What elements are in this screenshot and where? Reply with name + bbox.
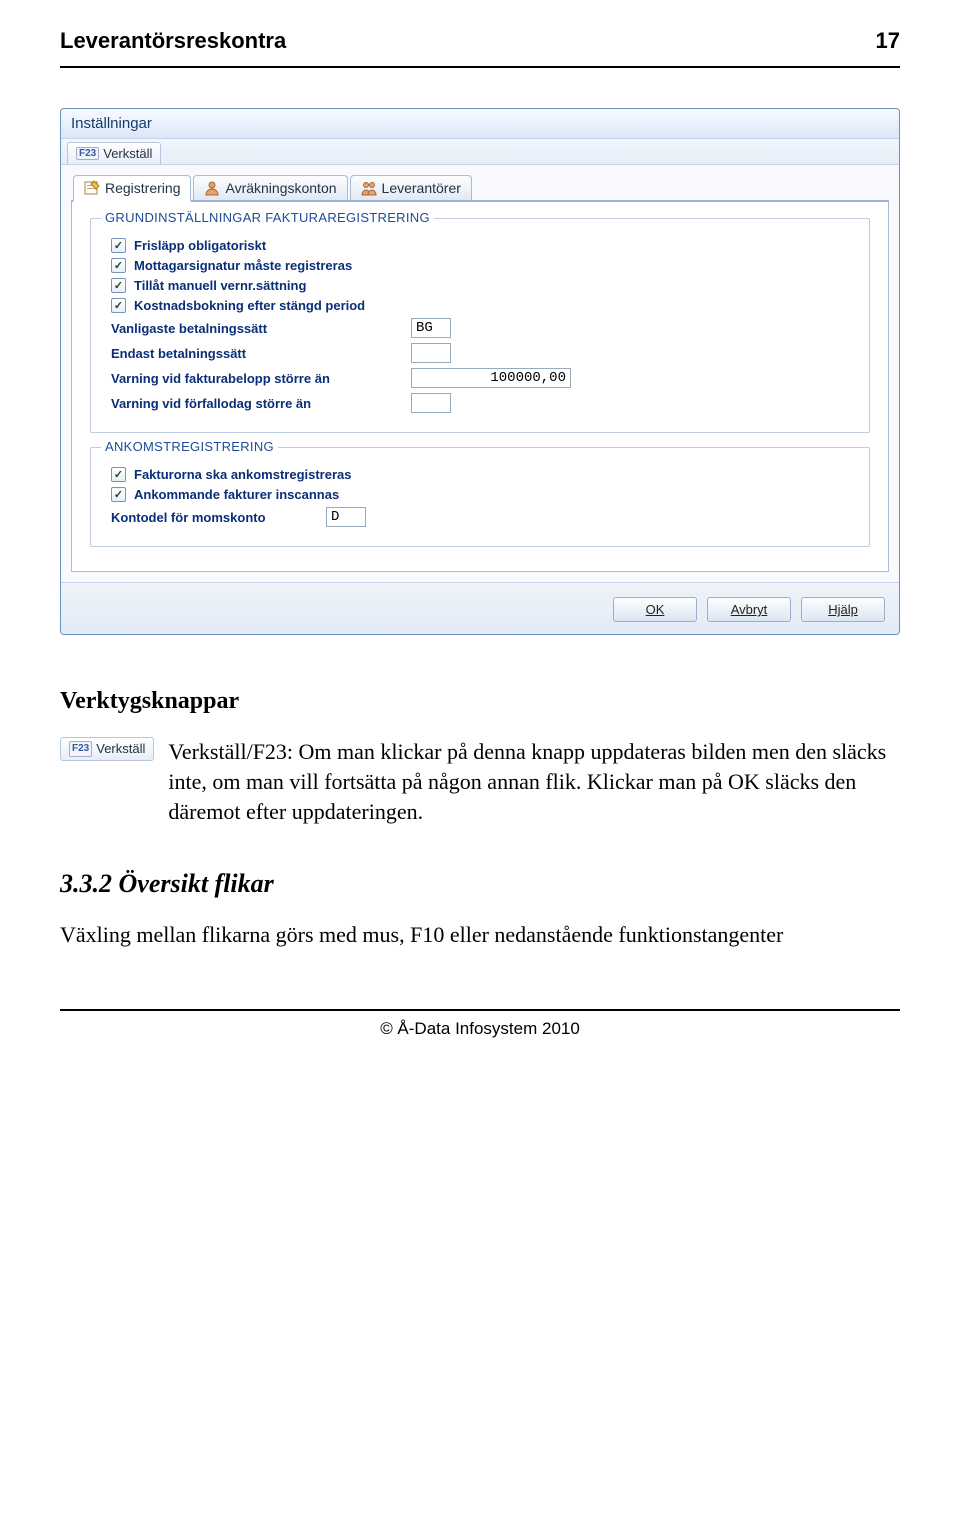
group-ankomstregistrering: ANKOMSTREGISTRERING ✓ Fakturorna ska ank… bbox=[90, 447, 870, 547]
group-title: ANKOMSTREGISTRERING bbox=[101, 439, 278, 454]
window-title: Inställningar bbox=[61, 109, 899, 139]
field-label: Kontodel för momskonto bbox=[111, 510, 316, 525]
tab-label: Registrering bbox=[105, 180, 180, 196]
checkbox-label: Ankommande fakturer inscannas bbox=[134, 487, 339, 502]
checkbox-kostnadsbokning[interactable]: ✓ bbox=[111, 298, 126, 313]
heading-verktygsknappar: Verktygsknappar bbox=[60, 685, 900, 717]
group-title: GRUNDINSTÄLLNINGAR FAKTURAREGISTRERING bbox=[101, 210, 434, 225]
tabs: Registrering Avräkningskonton Leverantör… bbox=[71, 175, 889, 202]
settings-window: Inställningar F23 Verkställ Registrering bbox=[60, 108, 900, 635]
field-label: Endast betalningssätt bbox=[111, 346, 401, 361]
field-label: Varning vid fakturabelopp större än bbox=[111, 371, 401, 386]
input-kontodel-moms[interactable]: D bbox=[326, 507, 366, 527]
fkey-label: F23 bbox=[69, 741, 92, 757]
input-vanligaste-betalningssatt[interactable]: BG bbox=[411, 318, 451, 338]
verkstall-icon-label: Verkställ bbox=[96, 740, 145, 758]
fkey-label: F23 bbox=[76, 147, 99, 160]
field-label: Vanligaste betalningssätt bbox=[111, 321, 401, 336]
tab-panel: GRUNDINSTÄLLNINGAR FAKTURAREGISTRERING ✓… bbox=[71, 202, 889, 572]
tab-avrakningskonton[interactable]: Avräkningskonton bbox=[193, 175, 347, 200]
paragraph-verkstall-desc: Verkställ/F23: Om man klickar på denna k… bbox=[168, 737, 900, 826]
paragraph-vaxling: Växling mellan flikarna görs med mus, F1… bbox=[60, 920, 900, 950]
checkbox-label: Kostnadsbokning efter stängd period bbox=[134, 298, 365, 313]
checkbox-label: Mottagarsignatur måste registreras bbox=[134, 258, 352, 273]
verkstall-toolbar-button[interactable]: F23 Verkställ bbox=[67, 142, 161, 164]
checkbox-label: Frisläpp obligatoriskt bbox=[134, 238, 266, 253]
cancel-button[interactable]: Avbryt bbox=[707, 597, 791, 622]
input-varning-forfallodag[interactable] bbox=[411, 393, 451, 413]
footer-copyright: © Å-Data Infosystem 2010 bbox=[60, 1019, 900, 1039]
heading-oversikt-flikar: 3.3.2 Översikt flikar bbox=[60, 866, 900, 901]
tab-label: Avräkningskonton bbox=[225, 180, 336, 196]
page-number: 17 bbox=[876, 28, 900, 54]
input-varning-fakturabelopp[interactable]: 100000,00 bbox=[411, 368, 571, 388]
ok-button[interactable]: OK bbox=[613, 597, 697, 622]
checkbox-label: Tillåt manuell vernr.sättning bbox=[134, 278, 306, 293]
header-rule bbox=[60, 66, 900, 68]
form-icon bbox=[84, 180, 100, 196]
checkbox-label: Fakturorna ska ankomstregistreras bbox=[134, 467, 351, 482]
group-grundinstallningar: GRUNDINSTÄLLNINGAR FAKTURAREGISTRERING ✓… bbox=[90, 218, 870, 433]
toolbar-button-label: Verkställ bbox=[103, 146, 152, 161]
verkstall-icon-button: F23 Verkställ bbox=[60, 737, 154, 761]
field-label: Varning vid förfallodag större än bbox=[111, 396, 401, 411]
people-icon bbox=[361, 180, 377, 196]
dialog-button-row: OK Avbryt Hjälp bbox=[61, 582, 899, 634]
checkbox-manuell-vernr[interactable]: ✓ bbox=[111, 278, 126, 293]
checkbox-inscannas[interactable]: ✓ bbox=[111, 487, 126, 502]
checkbox-ankomstregistreras[interactable]: ✓ bbox=[111, 467, 126, 482]
checkbox-mottagarsignatur[interactable]: ✓ bbox=[111, 258, 126, 273]
help-button[interactable]: Hjälp bbox=[801, 597, 885, 622]
tab-label: Leverantörer bbox=[382, 180, 461, 196]
footer-rule bbox=[60, 1009, 900, 1011]
input-endast-betalningssatt[interactable] bbox=[411, 343, 451, 363]
person-icon bbox=[204, 180, 220, 196]
checkbox-frislapp[interactable]: ✓ bbox=[111, 238, 126, 253]
doc-title: Leverantörsreskontra bbox=[60, 28, 286, 54]
window-toolbar: F23 Verkställ bbox=[61, 139, 899, 165]
tab-registrering[interactable]: Registrering bbox=[73, 175, 191, 202]
tab-leverantorer[interactable]: Leverantörer bbox=[350, 175, 472, 200]
